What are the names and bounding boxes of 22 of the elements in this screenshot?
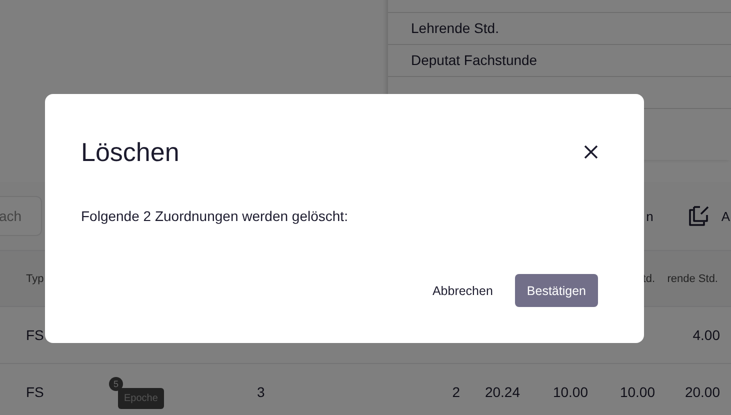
confirm-button[interactable]: Bestätigen	[514, 274, 598, 307]
table-cell: 2	[452, 384, 460, 400]
table-cell: 10.00	[620, 384, 655, 400]
close-icon	[584, 145, 598, 159]
dialog-message: Folgende 2 Zuordnungen werden gelöscht:	[81, 208, 349, 224]
menu-item[interactable]: Lehrende Std.	[388, 13, 731, 45]
table-cell: FS	[26, 384, 44, 400]
toolbar-button[interactable]: A	[687, 204, 730, 228]
column-header: rende Std.	[667, 272, 718, 284]
table-cell: FS	[26, 327, 44, 343]
toolbar-button[interactable]: n	[646, 208, 654, 224]
count-badge: 5	[109, 376, 123, 390]
table-cell: 4.00	[692, 327, 720, 343]
menu-item[interactable]: Deputat Fachstunde	[388, 45, 731, 77]
table-cell: 20.00	[684, 384, 720, 400]
column-header: Typ	[26, 272, 44, 284]
edit-icon	[687, 204, 712, 228]
table-cell: 10.00	[552, 384, 588, 400]
table-cell: 20.24	[484, 384, 520, 400]
table-cell: 3	[257, 384, 265, 400]
cancel-button[interactable]: Abbrechen	[422, 274, 503, 307]
dialog-title: Löschen	[81, 136, 180, 169]
